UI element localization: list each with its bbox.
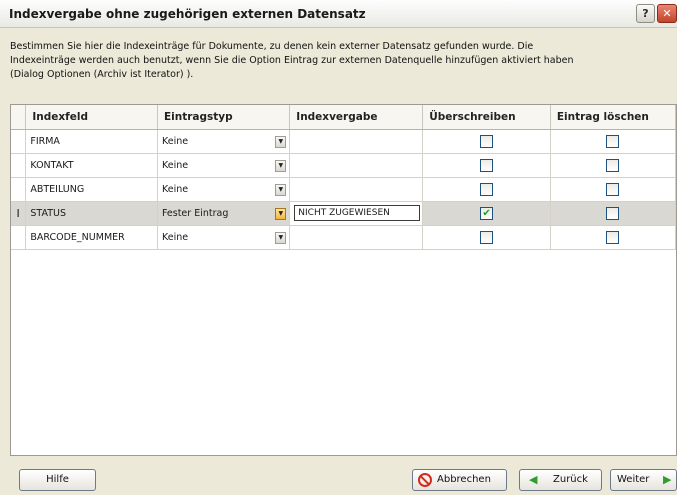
col-header-eintragstyp[interactable]: Eintragstyp	[157, 105, 291, 130]
arrow-left-icon: ◀	[529, 473, 538, 486]
entry-type-value: Keine	[161, 183, 189, 195]
overwrite-cell	[422, 225, 551, 250]
back-button[interactable]: ◀ Zurück	[519, 469, 602, 491]
chevron-down-icon[interactable]: ▼	[275, 135, 287, 148]
col-header-ueberschreiben[interactable]: Überschreiben	[422, 105, 551, 130]
index-value-cell[interactable]	[289, 177, 424, 202]
index-value-input[interactable]: NICHT ZUGEWIESEN	[294, 205, 421, 221]
index-field-cell[interactable]: FIRMA	[25, 129, 158, 154]
dialog-title: Indexvergabe ohne zugehörigen externen D…	[9, 7, 366, 21]
index-field-cell[interactable]: STATUS	[25, 201, 158, 226]
cancel-button-label: Abbrechen	[437, 474, 491, 485]
description-text: Bestimmen Sie hier die Indexeinträge für…	[10, 41, 574, 80]
delete-cell	[550, 129, 676, 154]
delete-entry-checkbox[interactable]	[606, 206, 620, 220]
index-value-cell[interactable]	[289, 129, 424, 154]
close-icon[interactable]: ✕	[657, 4, 677, 23]
overwrite-checkbox[interactable]	[480, 182, 494, 196]
delete-entry-checkbox[interactable]	[606, 182, 620, 196]
title-bar[interactable]: Indexvergabe ohne zugehörigen externen D…	[0, 0, 677, 28]
overwrite-checkbox[interactable]	[480, 230, 494, 244]
entry-type-select[interactable]: Fester Eintrag ▼	[157, 201, 291, 226]
delete-cell	[550, 177, 676, 202]
delete-entry-checkbox[interactable]	[606, 134, 620, 148]
entry-type-value: Keine	[161, 159, 189, 171]
index-field-cell[interactable]: ABTEILUNG	[25, 177, 158, 202]
arrow-right-icon: ▶	[663, 473, 672, 486]
back-button-label: Zurück	[553, 474, 588, 485]
chevron-down-icon[interactable]: ▼	[275, 207, 287, 220]
overwrite-cell	[422, 177, 551, 202]
entry-type-select[interactable]: Keine ▼	[157, 177, 291, 202]
next-button[interactable]: Weiter ▶	[610, 469, 677, 491]
table-row[interactable]: BARCODE_NUMMER Keine ▼	[11, 225, 676, 250]
index-field-cell[interactable]: BARCODE_NUMMER	[25, 225, 158, 250]
overwrite-cell: ✔	[422, 201, 551, 226]
index-value-cell[interactable]: NICHT ZUGEWIESEN	[289, 201, 424, 226]
header-row: Indexfeld Eintragstyp Indexvergabe Übers…	[11, 105, 676, 130]
entry-type-value: Keine	[161, 231, 189, 243]
row-indicator	[11, 129, 27, 154]
col-header-indexvergabe[interactable]: Indexvergabe	[289, 105, 424, 130]
cancel-button[interactable]: Abbrechen	[412, 469, 507, 491]
delete-cell	[550, 201, 676, 226]
help-button[interactable]: Hilfe	[19, 469, 96, 491]
chevron-down-icon[interactable]: ▼	[275, 159, 287, 172]
row-indicator: I	[11, 201, 27, 226]
col-header-indexfeld[interactable]: Indexfeld	[25, 105, 158, 130]
overwrite-checkbox[interactable]: ✔	[480, 206, 494, 220]
entry-type-value: Keine	[161, 135, 189, 147]
index-grid[interactable]: Indexfeld Eintragstyp Indexvergabe Übers…	[10, 104, 677, 456]
row-indicator	[11, 177, 27, 202]
grid-body: FIRMA Keine ▼ KONTAKT Keine ▼ ABTEILUNG Keine ▼ I…	[11, 129, 676, 250]
delete-entry-checkbox[interactable]	[606, 158, 620, 172]
index-table: Indexfeld Eintragstyp Indexvergabe Übers…	[11, 105, 676, 250]
entry-type-select[interactable]: Keine ▼	[157, 225, 291, 250]
index-field-cell[interactable]: KONTAKT	[25, 153, 158, 178]
cancel-icon	[418, 473, 432, 487]
delete-entry-checkbox[interactable]	[606, 230, 620, 244]
col-header-eintrag-loeschen[interactable]: Eintrag löschen	[550, 105, 676, 130]
index-value-cell[interactable]	[289, 225, 424, 250]
help-button-label: Hilfe	[46, 474, 69, 485]
next-button-label: Weiter	[617, 474, 650, 485]
row-indicator	[11, 153, 27, 178]
table-row[interactable]: ABTEILUNG Keine ▼	[11, 177, 676, 202]
delete-cell	[550, 153, 676, 178]
entry-type-select[interactable]: Keine ▼	[157, 129, 291, 154]
overwrite-checkbox[interactable]	[480, 134, 494, 148]
index-value-cell[interactable]	[289, 153, 424, 178]
dialog-window: Indexvergabe ohne zugehörigen externen D…	[0, 0, 677, 495]
indicator-header	[11, 105, 27, 130]
overwrite-cell	[422, 129, 551, 154]
row-indicator	[11, 225, 27, 250]
entry-type-select[interactable]: Keine ▼	[157, 153, 291, 178]
delete-cell	[550, 225, 676, 250]
help-icon[interactable]: ?	[636, 4, 655, 23]
entry-type-value: Fester Eintrag	[161, 207, 229, 219]
table-row[interactable]: FIRMA Keine ▼	[11, 129, 676, 154]
overwrite-checkbox[interactable]	[480, 158, 494, 172]
table-row[interactable]: KONTAKT Keine ▼	[11, 153, 676, 178]
chevron-down-icon[interactable]: ▼	[275, 231, 287, 244]
chevron-down-icon[interactable]: ▼	[275, 183, 287, 196]
table-row[interactable]: I STATUS Fester Eintrag ▼ NICHT ZUGEWIESEN ✔	[11, 201, 676, 226]
overwrite-cell	[422, 153, 551, 178]
